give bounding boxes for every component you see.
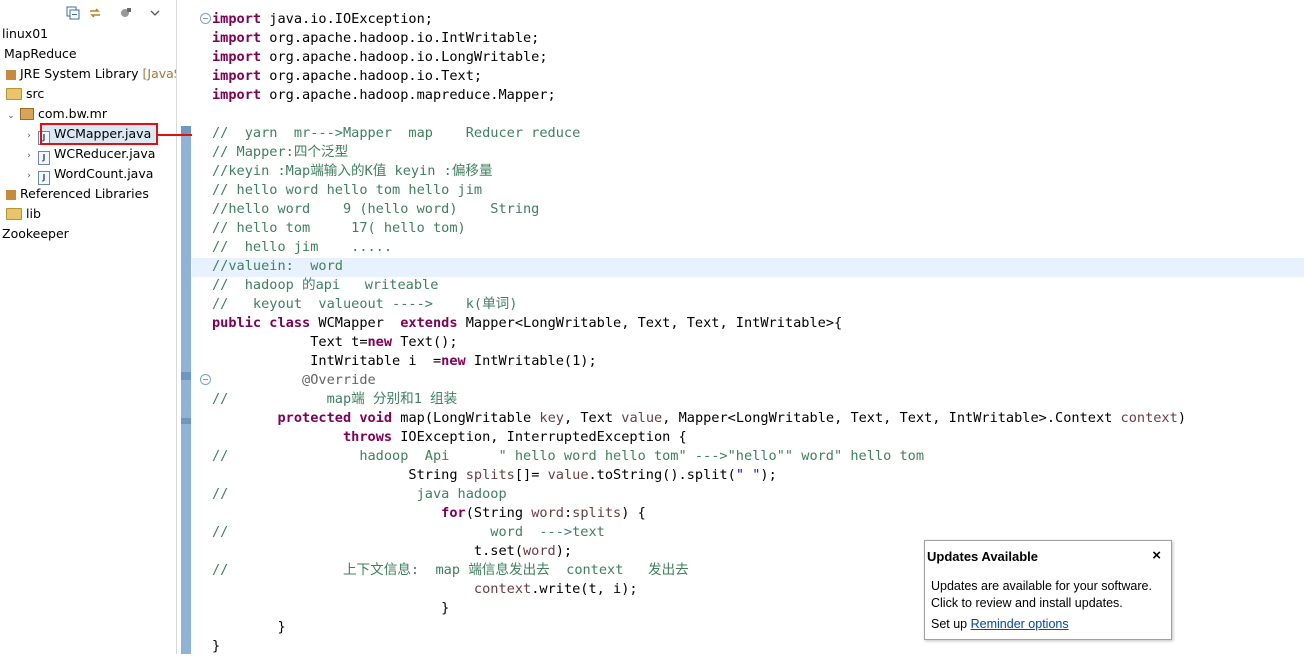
library-icon — [6, 70, 16, 80]
library-label: Referenced Libraries — [20, 186, 149, 201]
notification-title: Updates Available — [927, 549, 1039, 564]
jre-system-library[interactable]: JRE System Library [JavaS — [6, 64, 176, 84]
file-wordcount[interactable]: › J WordCount.java — [24, 164, 154, 186]
fold-toggle-icon[interactable]: − — [200, 13, 211, 24]
code-line[interactable]: // map端 分别和1 组装 — [212, 390, 457, 409]
java-file-icon: J — [37, 171, 50, 185]
java-file-icon: J — [37, 151, 50, 165]
referenced-libraries[interactable]: Referenced Libraries — [6, 184, 149, 204]
file-label: WordCount.java — [53, 166, 154, 181]
code-line[interactable]: } — [212, 637, 220, 656]
code-line[interactable]: public class WCMapper extends Mapper<Lon… — [212, 314, 842, 333]
code-line[interactable]: IntWritable i =new IntWritable(1); — [212, 352, 596, 371]
project-label: linux01 — [2, 26, 49, 41]
code-line[interactable]: t.set(word); — [212, 542, 572, 561]
package-label: com.bw.mr — [37, 106, 107, 121]
source-folder-src[interactable]: src — [6, 84, 44, 104]
code-line[interactable]: import java.io.IOException; — [212, 10, 433, 29]
project-label: Zookeeper — [2, 226, 69, 241]
code-line[interactable]: // hello jim ..... — [212, 238, 392, 257]
code-line[interactable]: //valuein: word — [212, 257, 343, 276]
footer-prefix: Set up — [931, 617, 971, 631]
code-line[interactable]: import org.apache.hadoop.io.LongWritable… — [212, 48, 548, 67]
overview-ruler-bar[interactable] — [181, 126, 191, 654]
code-line[interactable]: //hello word 9 (hello word) String — [212, 200, 539, 219]
collapsed-chevron-icon[interactable]: › — [24, 166, 34, 186]
library-label: JRE System Library — [20, 66, 139, 81]
reminder-options-link[interactable]: Reminder options — [971, 617, 1069, 631]
code-line[interactable]: import org.apache.hadoop.io.Text; — [212, 67, 482, 86]
code-line[interactable]: //keyin :Map端输入的K值 keyin :偏移量 — [212, 162, 493, 181]
code-line[interactable]: // keyout valueout ----> k(单词) — [212, 295, 517, 314]
project-mapreduce[interactable]: MapReduce — [2, 44, 77, 64]
project-linux01[interactable]: linux01 — [2, 24, 48, 44]
collapsed-chevron-icon[interactable]: › — [24, 146, 34, 166]
file-wcreducer[interactable]: › J WCReducer.java — [24, 144, 156, 166]
folder-lib[interactable]: lib — [6, 204, 41, 224]
expanded-chevron-icon[interactable]: ⌄ — [6, 106, 16, 126]
code-line[interactable]: import org.apache.hadoop.mapreduce.Mappe… — [212, 86, 556, 105]
collapsed-chevron-icon[interactable]: › — [24, 126, 34, 146]
library-icon — [6, 190, 16, 200]
code-line[interactable]: // 上下文信息: map 端信息发出去 context 发出去 — [212, 561, 689, 580]
code-line[interactable]: } — [212, 599, 449, 618]
source-folder-icon — [6, 88, 22, 100]
code-line[interactable]: import org.apache.hadoop.io.IntWritable; — [212, 29, 539, 48]
close-icon[interactable]: × — [1152, 547, 1161, 564]
code-line[interactable]: String splits[]= value.toString().split(… — [212, 466, 776, 485]
package-explorer: linux01 MapReduce JRE System Library [Ja… — [0, 0, 177, 654]
explorer-toolbar — [60, 4, 170, 24]
code-line[interactable]: Text t=new Text(); — [212, 333, 457, 352]
project-zookeeper[interactable]: Zookeeper — [2, 224, 69, 244]
code-line[interactable]: protected void map(LongWritable key, Tex… — [212, 409, 1186, 428]
code-line[interactable]: // word --->text — [212, 523, 605, 542]
project-label: MapReduce — [4, 46, 77, 61]
highlight-box — [40, 123, 158, 145]
code-line[interactable]: @Override — [212, 371, 376, 390]
code-line[interactable]: // Mapper:四个泛型 — [212, 143, 348, 162]
focus-icon[interactable] — [118, 6, 132, 20]
code-line[interactable]: // java hadoop — [212, 485, 507, 504]
folder-label: src — [26, 86, 45, 101]
current-line-highlight — [192, 258, 1304, 277]
collapse-all-icon[interactable] — [66, 6, 80, 20]
code-line[interactable]: // hadoop Api " hello word hello tom" --… — [212, 447, 924, 466]
file-label: WCReducer.java — [53, 146, 156, 161]
code-line[interactable]: // hadoop 的api writeable — [212, 276, 438, 295]
fold-toggle-icon[interactable]: − — [200, 374, 211, 385]
code-line[interactable]: for(String word:splits) { — [212, 504, 646, 523]
code-line[interactable]: context.write(t, i); — [212, 580, 638, 599]
folder-label: lib — [26, 206, 41, 221]
code-line[interactable]: // yarn mr--->Mapper map Reducer reduce — [212, 124, 580, 143]
view-menu-icon[interactable] — [148, 6, 162, 20]
package-icon — [19, 108, 34, 120]
library-decoration: [JavaS — [142, 66, 176, 81]
code-line[interactable]: // hello word hello tom hello jim — [212, 181, 482, 200]
updates-notification: Updates Available × Updates are availabl… — [924, 540, 1172, 640]
package-com-bw-mr[interactable]: ⌄ com.bw.mr — [6, 104, 107, 124]
folder-icon — [6, 208, 22, 220]
code-line[interactable]: // hello tom 17( hello tom) — [212, 219, 466, 238]
notification-body[interactable]: Updates are available for your software.… — [931, 578, 1167, 612]
code-line[interactable]: throws IOException, InterruptedException… — [212, 428, 687, 447]
link-with-editor-icon[interactable] — [88, 6, 102, 20]
notification-footer: Set up Reminder options — [931, 617, 1069, 631]
code-line[interactable]: } — [212, 618, 285, 637]
